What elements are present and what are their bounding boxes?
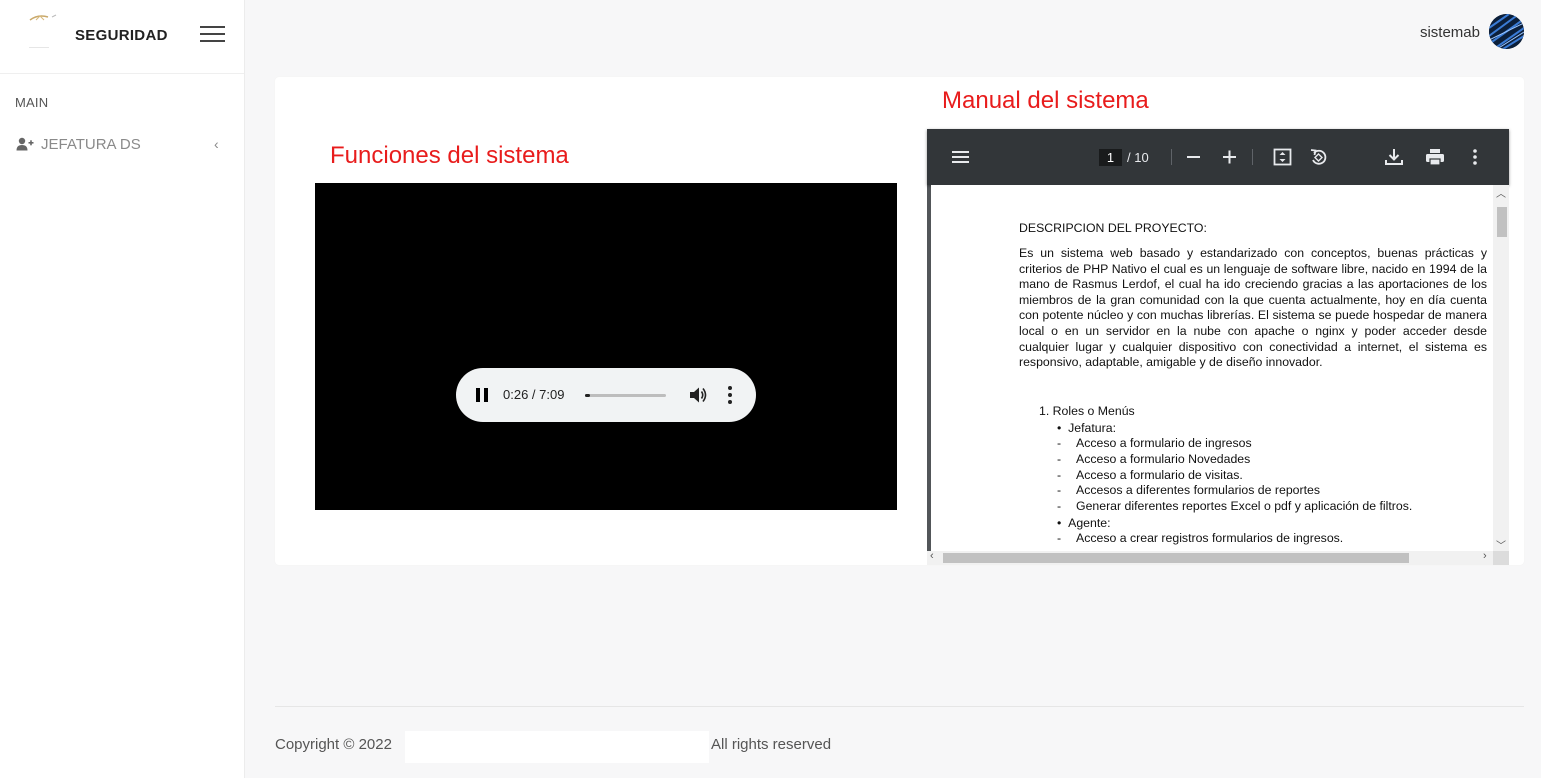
document-paragraph: Es un sistema web basado y estandarizado… [1019, 246, 1487, 370]
footer-copyright: Copyright © 2022 [275, 736, 392, 753]
logo-icon[interactable] [26, 14, 60, 50]
document-sub-item-text: Accesos a diferentes formularios de repo… [1076, 483, 1321, 497]
zoom-in-icon[interactable] [1220, 148, 1240, 166]
pause-icon[interactable] [476, 388, 488, 402]
toolbar-divider [1252, 149, 1253, 165]
document-sub-item-text: Acceso a crear registros formularios de … [1076, 531, 1344, 545]
document-sub-item: - Acceso a formulario de ingresos [1057, 436, 1252, 450]
horizontal-scrollbar-thumb[interactable] [943, 553, 1409, 563]
video-controls: 0:26 / 7:09 [456, 368, 756, 422]
page-total: / 10 [1127, 150, 1149, 165]
footer-rights: All rights reserved [711, 736, 832, 753]
download-icon[interactable] [1384, 148, 1404, 166]
document-role-item: • Jefatura: [1057, 421, 1116, 435]
more-options-icon[interactable] [728, 386, 732, 404]
sidebar-header: SEGURIDAD [0, 0, 244, 74]
document-list-title: 1. Roles o Menús [1039, 404, 1135, 418]
brand-name[interactable]: SEGURIDAD [75, 27, 168, 44]
sidebar: SEGURIDAD MAIN JEFATURA DS ‹ [0, 0, 245, 778]
menu-toggle-icon[interactable] [200, 26, 225, 42]
page-number-input[interactable]: 1 [1099, 149, 1122, 166]
sidebar-item-jefatura-ds[interactable]: JEFATURA DS ‹ [0, 130, 245, 160]
toolbar-divider [1171, 149, 1172, 165]
video-player[interactable]: 0:26 / 7:09 [315, 183, 897, 510]
section-title-functions: Funciones del sistema [330, 142, 569, 169]
avatar[interactable] [1489, 14, 1524, 49]
chevron-right-icon[interactable]: › [1483, 550, 1487, 562]
document-sub-item: - Acceso a formulario de visitas. [1057, 468, 1243, 482]
fit-page-icon[interactable] [1273, 148, 1293, 166]
chevron-left-icon[interactable]: ‹ [930, 550, 934, 562]
user-plus-icon [16, 137, 34, 151]
document-sub-item: - Acceso a formulario Novedades [1057, 452, 1251, 466]
sidebar-item-label: JEFATURA DS [41, 136, 141, 153]
print-icon[interactable] [1425, 148, 1445, 166]
document-heading: DESCRIPCION DEL PROYECTO: [1019, 221, 1207, 235]
video-time: 0:26 / 7:09 [503, 387, 565, 402]
pdf-page[interactable]: DESCRIPCION DEL PROYECTO: Es un sistema … [931, 185, 1493, 551]
document-sub-item: - Generar diferentes reportes Excel o pdf… [1057, 499, 1413, 513]
document-sub-item-text: Generar diferentes reportes Excel o pdf … [1076, 499, 1413, 513]
section-title-manual: Manual del sistema [942, 87, 1149, 114]
pdf-toolbar: 1 / 10 [927, 129, 1509, 185]
document-role-label: Agente: [1068, 516, 1111, 530]
document-sub-item: - Accesos a diferentes formularios de rep… [1057, 483, 1321, 497]
video-progress-fill [585, 394, 590, 397]
document-role-label: Jefatura: [1068, 421, 1116, 435]
more-options-icon[interactable] [1465, 148, 1485, 166]
vertical-scrollbar-thumb[interactable] [1497, 207, 1507, 237]
zoom-out-icon[interactable] [1184, 148, 1204, 166]
avatar-image-icon [1489, 14, 1524, 49]
scrollbar-corner [1493, 551, 1509, 565]
volume-icon[interactable] [689, 386, 707, 404]
document-sub-item-text: Acceso a formulario Novedades [1076, 452, 1251, 466]
chevron-down-icon[interactable]: ﹀ [1496, 537, 1506, 552]
vertical-scrollbar[interactable]: ︿ ﹀ [1493, 185, 1509, 552]
video-progress-bar[interactable] [585, 394, 666, 397]
document-sub-item-text: Acceso a formulario de visitas. [1076, 468, 1243, 482]
footer-redacted-link[interactable] [405, 731, 709, 763]
footer-divider [275, 706, 1524, 707]
username[interactable]: sistemab [1420, 24, 1480, 41]
document-sub-item: - Acceso a crear registros formularios de… [1057, 531, 1344, 545]
horizontal-scrollbar[interactable]: ‹ › [927, 550, 1493, 565]
document-sub-item-text: Acceso a formulario de ingresos [1076, 436, 1252, 450]
rotate-icon[interactable] [1309, 148, 1329, 166]
pdf-viewer: 1 / 10 DESCRIPCION DEL PROYECTO: Es un s… [927, 129, 1509, 565]
document-role-item: • Agente: [1057, 516, 1111, 530]
menu-icon[interactable] [951, 148, 971, 166]
sidebar-section-title: MAIN [15, 95, 49, 110]
chevron-left-icon: ‹ [214, 136, 219, 152]
chevron-up-icon[interactable]: ︿ [1496, 185, 1506, 200]
